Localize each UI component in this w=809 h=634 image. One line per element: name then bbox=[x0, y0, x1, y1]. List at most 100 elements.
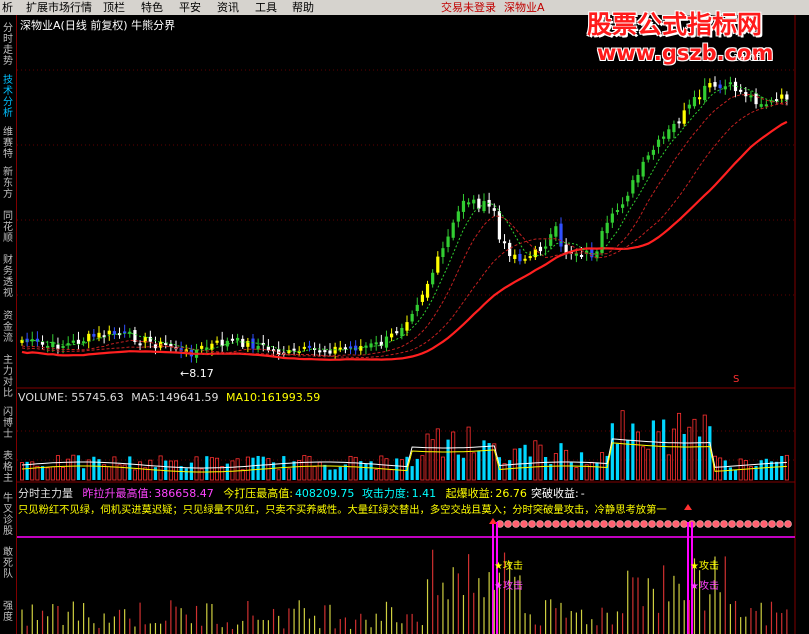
indicator-band-dot-652 bbox=[648, 520, 656, 528]
volume-bar-49 bbox=[271, 462, 276, 480]
candle-body-75 bbox=[405, 322, 409, 331]
volume-bar-136 bbox=[718, 457, 723, 481]
attack-signal-4-text: 攻击 bbox=[698, 581, 719, 592]
attack-label: 攻击力度: bbox=[361, 487, 410, 500]
volume-bar-120 bbox=[636, 431, 641, 481]
candle-body-127 bbox=[672, 123, 676, 133]
volume-bar-122 bbox=[646, 448, 651, 481]
indicator-band-dot-628 bbox=[624, 520, 632, 528]
volume-bar-133 bbox=[702, 414, 707, 481]
indicator-band-dot-676 bbox=[672, 520, 680, 528]
volume-bar-126 bbox=[666, 454, 671, 481]
candle-body-116 bbox=[615, 210, 620, 213]
volume-bar-113 bbox=[600, 452, 605, 481]
signal-arrow-1 bbox=[489, 518, 497, 524]
candle-body-74 bbox=[400, 327, 404, 337]
candle-body-135 bbox=[713, 82, 717, 87]
volume-bar-44 bbox=[245, 456, 250, 481]
candle-body-88 bbox=[472, 199, 476, 204]
ma5-label: MA5: bbox=[131, 391, 160, 404]
candle-body-76 bbox=[410, 313, 414, 322]
volume-bar-104 bbox=[553, 453, 558, 481]
chart-canvas[interactable] bbox=[0, 0, 809, 634]
candle-body-144 bbox=[759, 104, 763, 107]
volume-bar-52 bbox=[286, 468, 291, 481]
volume-bar-99 bbox=[528, 456, 532, 480]
candle-body-42 bbox=[236, 337, 240, 341]
candle-body-92 bbox=[492, 208, 496, 211]
volume-bar-116 bbox=[615, 443, 620, 480]
volume-bar-72 bbox=[389, 469, 394, 481]
volume-bar-121 bbox=[641, 446, 646, 481]
volume-bar-81 bbox=[435, 428, 440, 481]
volume-bar-141 bbox=[743, 460, 748, 481]
signal-arrow-2 bbox=[684, 504, 692, 510]
volume-bar-95 bbox=[508, 460, 512, 480]
candle-body-53 bbox=[292, 348, 296, 351]
indicator-band-dot-740 bbox=[736, 520, 744, 528]
volume-bar-5 bbox=[45, 467, 50, 481]
suppress-label: 今打压最高值: bbox=[223, 487, 293, 500]
indicator-name: 分时主力量 bbox=[18, 487, 73, 500]
volume-bar-6 bbox=[50, 466, 55, 481]
volume-bar-129 bbox=[682, 433, 686, 480]
volume-bar-69 bbox=[374, 469, 379, 481]
candle-body-22 bbox=[133, 330, 137, 342]
volume-bar-146 bbox=[769, 461, 774, 480]
candle-body-62 bbox=[338, 347, 342, 350]
volume-bar-67 bbox=[364, 463, 368, 480]
volume-header: VOLUME: 55745.63 MA5:149641.59 MA10:1619… bbox=[18, 391, 320, 404]
volume-bar-127 bbox=[671, 428, 676, 481]
breakout-gain: 突破收益: - bbox=[531, 485, 585, 501]
candle-body-38 bbox=[215, 340, 219, 343]
volume-bar-100 bbox=[533, 440, 538, 481]
indicator-band-dot-668 bbox=[664, 520, 672, 528]
candle-body-29 bbox=[169, 343, 173, 347]
volume-bar-147 bbox=[775, 461, 779, 480]
volume-bar-125 bbox=[662, 419, 666, 480]
candle-body-129 bbox=[682, 110, 686, 124]
indicator-band-dot-756 bbox=[752, 520, 760, 528]
candle-body-132 bbox=[698, 97, 702, 100]
volume-bar-91 bbox=[487, 443, 491, 480]
candle-body-94 bbox=[502, 241, 507, 244]
volume-label: VOLUME: bbox=[18, 391, 68, 404]
volume-bar-38 bbox=[215, 457, 220, 481]
candle-body-83 bbox=[446, 236, 450, 247]
attack-signal-3: ★攻击 bbox=[690, 561, 719, 572]
volume-bar-33 bbox=[189, 462, 193, 480]
candle-body-11 bbox=[76, 339, 81, 345]
candle-body-15 bbox=[97, 332, 101, 338]
volume-bar-119 bbox=[631, 423, 635, 480]
volume-bar-32 bbox=[184, 468, 188, 480]
candle-body-113 bbox=[600, 231, 604, 254]
suppress-value: 408209.75 bbox=[294, 487, 355, 500]
indicator-band-dot-700 bbox=[696, 520, 704, 528]
volume-bar-130 bbox=[687, 426, 692, 481]
candle-body-8 bbox=[61, 345, 65, 348]
indicator-band-dot-572 bbox=[568, 520, 576, 528]
candle-body-119 bbox=[631, 180, 635, 194]
candle-body-96 bbox=[513, 254, 517, 259]
indicator-band-dot-580 bbox=[576, 520, 584, 528]
volume-bar-39 bbox=[220, 466, 225, 481]
volume-bar-117 bbox=[620, 410, 625, 481]
volume-bar-54 bbox=[297, 460, 302, 481]
candle-body-10 bbox=[71, 340, 75, 343]
volume-bar-107 bbox=[569, 462, 573, 480]
candle-body-17 bbox=[107, 330, 111, 335]
candle-body-86 bbox=[461, 200, 466, 212]
candle-body-23 bbox=[138, 343, 142, 346]
volume-bar-124 bbox=[656, 431, 661, 481]
candle-body-55 bbox=[302, 346, 306, 349]
candle-body-126 bbox=[667, 129, 671, 139]
candle-body-148 bbox=[780, 94, 784, 99]
volume-bar-86 bbox=[461, 457, 466, 480]
indicator-band-dot-596 bbox=[592, 520, 600, 528]
indicator-band-dot-620 bbox=[616, 520, 624, 528]
indicator-band-dot-732 bbox=[728, 520, 736, 528]
candle-body-43 bbox=[241, 338, 245, 347]
candle-body-99 bbox=[528, 256, 532, 259]
volume-bar-53 bbox=[292, 461, 296, 480]
volume-bar-22 bbox=[132, 469, 137, 481]
